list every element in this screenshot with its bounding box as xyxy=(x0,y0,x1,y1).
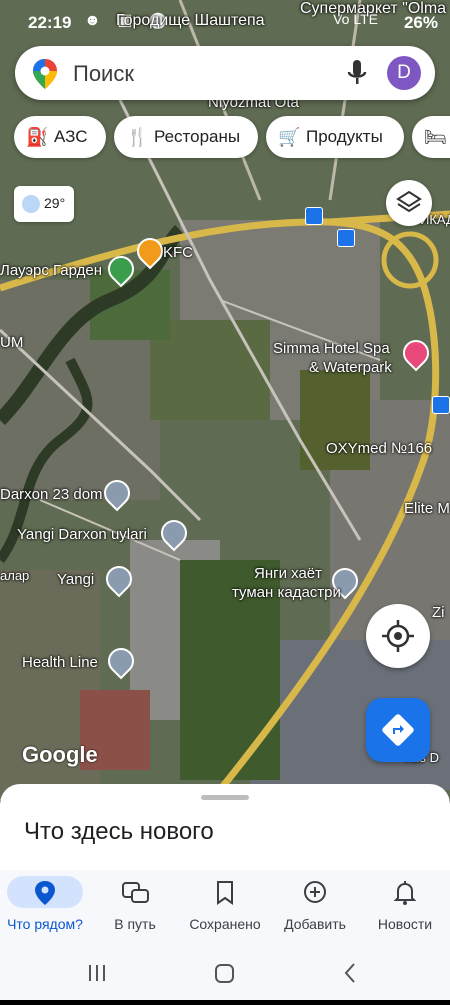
nav-label: Что рядом? xyxy=(7,916,83,932)
bottom-sheet[interactable]: Что здесь нового xyxy=(0,784,450,874)
drag-handle[interactable] xyxy=(201,795,249,800)
nav-contribute[interactable]: Добавить xyxy=(270,870,360,946)
microphone-icon[interactable] xyxy=(347,58,367,93)
map-label-yangi-darxon[interactable]: Yangi Darxon uylari xyxy=(17,526,147,543)
restaurant-icon: 🍴 xyxy=(126,127,149,147)
avatar[interactable]: D xyxy=(387,56,421,90)
chip-label: Рестораны xyxy=(154,127,241,146)
hotel-icon: 🛏 xyxy=(424,127,447,147)
nav-label: Сохранено xyxy=(189,916,261,932)
bus-stop-icon[interactable] xyxy=(337,229,355,247)
search-bar[interactable]: Поиск D xyxy=(15,46,435,100)
map-label-darxon23[interactable]: Darxon 23 dom xyxy=(0,486,103,503)
chip-label: АЗС xyxy=(54,127,88,146)
map-label-zi[interactable]: Zi xyxy=(432,604,445,621)
my-location-button[interactable] xyxy=(366,604,430,668)
map-label-um: UM xyxy=(0,334,24,351)
gas-station-icon: ⛽ xyxy=(26,127,49,147)
recent-apps-icon[interactable] xyxy=(89,965,105,981)
crosshair-icon xyxy=(382,620,414,652)
clock: 22:19 xyxy=(28,13,72,32)
directions-button[interactable] xyxy=(366,698,430,762)
map-label-alar: алар xyxy=(0,568,30,583)
home-icon[interactable] xyxy=(215,964,234,983)
directions-icon xyxy=(382,714,414,746)
weather-badge[interactable]: 29° xyxy=(14,186,74,222)
nav-commute[interactable]: В путь xyxy=(90,870,180,946)
map-label-elite[interactable]: Elite M xyxy=(404,500,450,517)
chip-restaurants[interactable]: 🍴 Рестораны xyxy=(114,116,258,158)
nav-explore[interactable]: Что рядом? xyxy=(0,870,90,946)
layers-icon xyxy=(396,190,422,213)
maps-logo-icon xyxy=(33,59,57,94)
search-input[interactable]: Поиск xyxy=(73,61,134,87)
map-label-yangi-hayot[interactable]: Янги хаёт xyxy=(254,565,322,582)
sheet-title: Что здесь нового xyxy=(24,818,214,845)
location-pin-icon xyxy=(0,878,90,906)
map-label-yangi[interactable]: Yangi xyxy=(57,571,94,588)
map-label-flowers[interactable]: Лауэрс Гарден xyxy=(0,262,102,279)
map-label-supermarket: Супермаркет "Olma xyxy=(300,0,447,17)
nav-label: Добавить xyxy=(284,916,346,932)
map-label-kfc[interactable]: KFC xyxy=(163,244,193,261)
add-circle-icon xyxy=(270,878,360,906)
status-bar: 22:19 ☻ ▣ ⬤ Vo LTE 26% Городище Шаштепа … xyxy=(0,0,450,40)
chip-groceries[interactable]: 🛒 Продукты xyxy=(266,116,404,158)
map-label-gorodishche: Городище Шаштепа xyxy=(116,12,265,29)
chip-gas-station[interactable]: ⛽ АЗС xyxy=(14,116,106,158)
google-logo: Google xyxy=(22,742,98,767)
back-icon[interactable] xyxy=(344,963,355,983)
bell-icon xyxy=(360,878,450,906)
bus-stop-icon[interactable] xyxy=(305,207,323,225)
map-label-kadastr[interactable]: туман кадастри xyxy=(232,584,341,601)
bus-stop-icon[interactable] xyxy=(432,396,450,414)
map-label-health-line[interactable]: Health Line xyxy=(22,654,98,671)
nav-label: Новости xyxy=(377,916,433,932)
layers-button[interactable] xyxy=(386,180,432,226)
map-label-waterpark[interactable]: & Waterpark xyxy=(309,359,392,376)
partly-cloudy-icon xyxy=(22,195,40,213)
temperature: 29° xyxy=(44,195,66,211)
commute-icon xyxy=(90,878,180,906)
map-label-oxymed[interactable]: OXYmed №166 xyxy=(326,440,432,457)
chip-hotels[interactable]: 🛏 xyxy=(412,116,450,158)
cart-icon: 🛒 xyxy=(278,127,301,147)
nav-updates[interactable]: Новости xyxy=(360,870,450,946)
nav-label: В путь xyxy=(114,916,156,932)
bottom-navigation: Что рядом? В путь Сохранено Добавить Нов… xyxy=(0,870,450,946)
map-label-simma[interactable]: Simma Hotel Spa xyxy=(273,340,390,357)
bookmark-icon xyxy=(180,878,270,906)
chip-label: Продукты xyxy=(306,127,383,146)
nav-saved[interactable]: Сохранено xyxy=(180,870,270,946)
system-navigation-bar xyxy=(0,946,450,1000)
